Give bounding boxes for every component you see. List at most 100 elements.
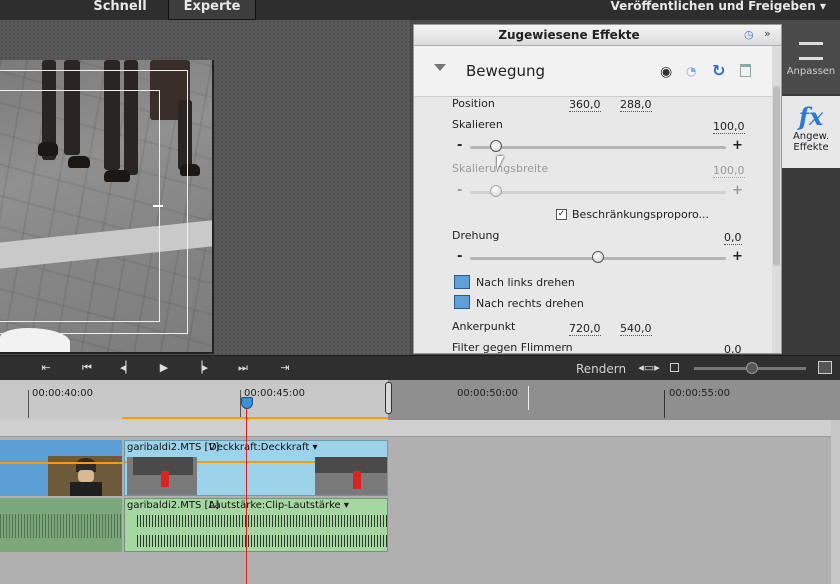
minus-icon[interactable]: - bbox=[457, 249, 462, 264]
mouse-cursor-icon bbox=[497, 156, 504, 170]
monitor-panel[interactable] bbox=[0, 20, 410, 355]
audio-clip-garibaldi2[interactable]: garibaldi2.MTS [A] Lautstärke:Clip-Lauts… bbox=[124, 498, 388, 552]
scale-width-slider-thumb bbox=[489, 185, 502, 197]
scale-width-slider-track bbox=[470, 191, 726, 194]
video-clip-name: garibaldi2.MTS [V] bbox=[127, 442, 220, 453]
video-clip-effect-label: Deckkraft:Deckkraft bbox=[209, 442, 310, 453]
effect-group-header[interactable]: Bewegung ◉ ◔ ↻ bbox=[414, 46, 772, 97]
chevron-down-icon: ▾ bbox=[819, 0, 826, 13]
tab-expert[interactable]: Experte bbox=[168, 0, 256, 20]
audio-waveform bbox=[0, 514, 122, 538]
ruler-tick bbox=[664, 390, 665, 418]
plus-icon[interactable]: + bbox=[732, 249, 743, 264]
audio-waveform-right bbox=[137, 535, 387, 547]
right-sidebar: Anpassen fx Angew. Effekte bbox=[782, 24, 840, 355]
effect-group-title: Bewegung bbox=[466, 62, 546, 80]
timecode-label: 00:00:45:00 bbox=[244, 388, 306, 399]
audio-waveform-left bbox=[137, 515, 387, 527]
scale-slider-track[interactable] bbox=[470, 146, 726, 149]
video-clip-effect[interactable]: Deckkraft:Deckkraft ▾ bbox=[209, 442, 317, 453]
panel-header: Zugewiesene Effekte ◷ » bbox=[414, 25, 781, 46]
sliders-icon bbox=[799, 42, 823, 60]
applied-effects-label: Angew. Effekte bbox=[792, 131, 830, 153]
reset-icon[interactable]: ↻ bbox=[712, 61, 725, 80]
trash-icon[interactable] bbox=[740, 64, 751, 77]
anchor-y-value[interactable]: 540,0 bbox=[620, 322, 652, 336]
position-x-value[interactable]: 360,0 bbox=[569, 98, 601, 112]
current-time-indicator[interactable] bbox=[246, 400, 247, 584]
transport-bar: ⇤ ⏮ ◂▏ ▶ ▕▸ ⏭ ⇥ Rendern ◂▭▸ bbox=[0, 355, 840, 381]
rotate-right-icon[interactable] bbox=[454, 295, 470, 309]
safe-title-frame bbox=[0, 90, 160, 322]
eye-icon[interactable]: ◉ bbox=[660, 64, 672, 80]
zoom-slider-thumb[interactable] bbox=[746, 362, 758, 374]
timecode-label: 00:00:55:00 bbox=[669, 388, 731, 399]
video-clip-garibaldi2[interactable]: garibaldi2.MTS [V] Deckkraft:Deckkraft ▾ bbox=[124, 440, 388, 496]
scale-label: Skalieren bbox=[452, 118, 503, 131]
zoom-in-icon[interactable] bbox=[818, 361, 832, 374]
tab-quick[interactable]: Schnell bbox=[80, 0, 160, 20]
anchor-label: Ankerpunkt bbox=[452, 320, 516, 333]
rotation-value[interactable]: 0,0 bbox=[724, 231, 742, 245]
adjust-button[interactable]: Anpassen bbox=[782, 24, 840, 94]
previous-edit-icon[interactable]: ⏮ bbox=[76, 361, 98, 375]
resize-handle[interactable] bbox=[153, 205, 163, 207]
next-edit-icon[interactable]: ⏭ bbox=[232, 361, 254, 375]
play-icon[interactable]: ▶ bbox=[153, 361, 175, 375]
timeline-scrollbar[interactable] bbox=[831, 420, 840, 584]
minus-icon[interactable]: - bbox=[457, 138, 462, 153]
scale-width-value: 100,0 bbox=[713, 164, 745, 178]
audio-clip-name: garibaldi2.MTS [A] bbox=[127, 500, 220, 511]
flicker-label: Filter gegen Flimmern bbox=[452, 341, 573, 354]
plus-icon[interactable]: + bbox=[732, 138, 743, 153]
fx-icon: fx bbox=[798, 102, 824, 131]
rotate-left-button[interactable]: Nach links drehen bbox=[476, 276, 575, 289]
go-to-start-icon[interactable]: ⇤ bbox=[35, 361, 57, 375]
timecode-label: 00:00:50:00 bbox=[457, 388, 519, 399]
plus-icon: + bbox=[732, 183, 743, 198]
rotate-right-button[interactable]: Nach rechts drehen bbox=[476, 297, 584, 310]
time-ruler-outside-work-area[interactable] bbox=[388, 380, 840, 420]
panel-scrollbar-thumb[interactable] bbox=[773, 86, 780, 266]
panel-menu-icon[interactable]: » bbox=[764, 27, 771, 40]
rotate-left-icon[interactable] bbox=[454, 275, 470, 289]
clip-thumbnail bbox=[127, 457, 197, 495]
panel-scrollbar[interactable] bbox=[772, 46, 781, 353]
rotation-slider-thumb[interactable] bbox=[592, 251, 604, 263]
scale-value[interactable]: 100,0 bbox=[713, 120, 745, 134]
scale-slider-thumb[interactable] bbox=[489, 140, 502, 152]
stopwatch-icon[interactable]: ◔ bbox=[686, 64, 696, 78]
constrain-checkbox[interactable]: ✓ bbox=[556, 209, 567, 220]
go-to-end-icon[interactable]: ⇥ bbox=[274, 361, 296, 375]
chevron-down-icon: ▾ bbox=[343, 500, 349, 511]
stopwatch-icon[interactable]: ◷ bbox=[744, 28, 754, 41]
collapse-triangle-icon[interactable] bbox=[434, 64, 446, 71]
timeline-track-header bbox=[0, 420, 840, 437]
position-y-value[interactable]: 288,0 bbox=[620, 98, 652, 112]
current-time-indicator-handle[interactable] bbox=[241, 397, 253, 409]
minus-icon: - bbox=[457, 183, 463, 198]
constrain-label: Beschränkungsproporo... bbox=[572, 208, 710, 221]
rotation-label: Drehung bbox=[452, 229, 500, 242]
step-back-icon[interactable]: ◂▏ bbox=[116, 361, 138, 375]
anchor-x-value[interactable]: 720,0 bbox=[569, 322, 601, 336]
ruler-tick bbox=[528, 386, 529, 410]
video-clip-previous[interactable] bbox=[0, 440, 122, 496]
applied-effects-button[interactable]: fx Angew. Effekte bbox=[782, 96, 840, 168]
publish-label: Veröffentlichen und Freigeben bbox=[610, 0, 816, 13]
audio-clip-effect[interactable]: Lautstärke:Clip-Lautstärke ▾ bbox=[209, 500, 349, 511]
panel-title: Zugewiesene Effekte bbox=[498, 28, 640, 42]
work-area-end-handle[interactable] bbox=[385, 382, 392, 414]
opacity-line[interactable] bbox=[0, 462, 122, 464]
position-label: Position bbox=[452, 97, 495, 110]
fit-timeline-icon[interactable]: ◂▭▸ bbox=[638, 361, 660, 375]
applied-effects-panel: Zugewiesene Effekte ◷ » Bewegung ◉ ◔ ↻ P… bbox=[413, 24, 782, 354]
step-forward-icon[interactable]: ▕▸ bbox=[190, 361, 212, 375]
publish-menu-button[interactable]: Veröffentlichen und Freigeben ▾ bbox=[611, 0, 826, 12]
work-area-bar[interactable] bbox=[122, 417, 388, 419]
audio-clip-previous[interactable] bbox=[0, 498, 122, 552]
clip-thumbnail bbox=[315, 457, 387, 495]
render-button[interactable]: Rendern bbox=[576, 362, 626, 376]
flicker-value[interactable]: 0,0 bbox=[724, 343, 742, 353]
zoom-out-icon[interactable] bbox=[670, 363, 679, 372]
